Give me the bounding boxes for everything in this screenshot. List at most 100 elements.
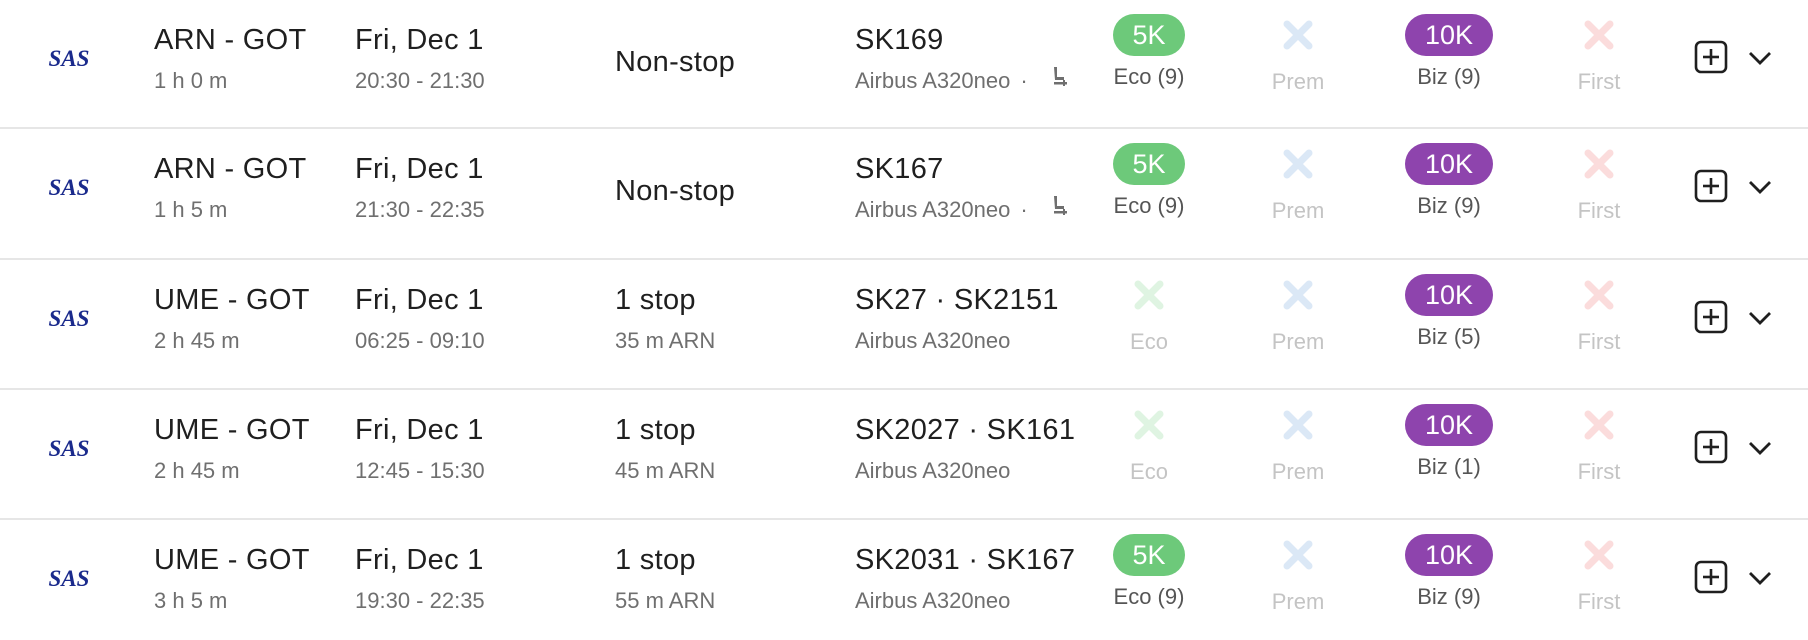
biz-price-badge[interactable]: 10K (1404, 14, 1494, 56)
stops-text: 1 stop (615, 414, 696, 446)
stops-cell: 1 stop 55 m ARN (615, 540, 715, 618)
cabin-prem[interactable]: Prem (1238, 534, 1358, 617)
cabin-biz[interactable]: 10K Biz (5) (1389, 274, 1509, 352)
x-icon (1283, 280, 1313, 310)
separator-dot: · (1020, 68, 1028, 93)
chevron-down-icon[interactable] (1746, 44, 1774, 72)
aircraft-line: Airbus A320neo · (855, 193, 1072, 227)
biz-price-badge[interactable]: 10K (1404, 143, 1494, 185)
plus-square-icon[interactable] (1694, 169, 1728, 203)
route-cell: ARN - GOT 1 h 0 m (154, 20, 307, 98)
aircraft-line: Airbus A320neo (855, 584, 1075, 618)
route-cell: UME - GOT 3 h 5 m (154, 540, 310, 618)
eco-cabin-label: Eco (1130, 459, 1168, 484)
cabin-eco[interactable]: 5K Eco (9) (1089, 143, 1209, 221)
flight-info-cell: SK2027 · SK161 Airbus A320neo (855, 410, 1075, 488)
seat-info: · (1010, 193, 1071, 227)
seat-icon (1053, 196, 1067, 215)
layover-text: 35 m ARN (615, 328, 716, 353)
biz-cabin-label: Biz (9) (1417, 193, 1481, 218)
flight-row[interactable]: SAS UME - GOT 3 h 5 m Fri, Dec 1 19:30 -… (0, 520, 1808, 640)
route-cell: UME - GOT 2 h 45 m (154, 280, 310, 358)
duration-text: 1 h 0 m (154, 68, 228, 93)
cabin-eco[interactable]: Eco (1089, 274, 1209, 357)
x-icon (1283, 20, 1313, 50)
cabin-prem[interactable]: Prem (1238, 143, 1358, 226)
cabin-first[interactable]: First (1539, 404, 1659, 487)
date-cell: Fri, Dec 1 20:30 - 21:30 (355, 20, 485, 98)
flight-number-text: SK169 (855, 24, 944, 56)
eco-price-badge[interactable]: 5K (1113, 534, 1185, 576)
sas-logo-icon: SAS (42, 169, 96, 203)
flight-info-cell: SK169 Airbus A320neo · (855, 20, 1072, 98)
cabin-biz[interactable]: 10K Biz (9) (1389, 534, 1509, 612)
cabin-first[interactable]: First (1539, 143, 1659, 226)
aircraft-text: Airbus A320neo (855, 328, 1011, 353)
airline-logo-text: SAS (49, 46, 90, 71)
cabin-prem[interactable]: Prem (1238, 14, 1358, 97)
cabin-biz[interactable]: 10K Biz (9) (1389, 143, 1509, 221)
biz-price-badge[interactable]: 10K (1404, 534, 1494, 576)
eco-cabin-label: Eco (1130, 329, 1168, 354)
separator-dot: · (1020, 197, 1028, 222)
cabin-first[interactable]: First (1539, 274, 1659, 357)
x-icon (1584, 540, 1614, 570)
aircraft-text: Airbus A320neo (855, 197, 1011, 222)
aircraft-line: Airbus A320neo (855, 324, 1059, 358)
route-cell: ARN - GOT 1 h 5 m (154, 149, 307, 227)
stops-text: 1 stop (615, 284, 696, 316)
sas-logo-icon: SAS (42, 430, 96, 464)
flight-number-text: SK2027 · SK161 (855, 414, 1076, 446)
x-icon (1134, 410, 1164, 440)
stops-text: 1 stop (615, 544, 696, 576)
airline-logo-text: SAS (49, 175, 90, 200)
stops-cell: Non-stop (615, 149, 735, 211)
route-text: ARN - GOT (154, 153, 307, 185)
aircraft-text: Airbus A320neo (855, 588, 1011, 613)
cabin-prem[interactable]: Prem (1238, 274, 1358, 357)
plus-square-icon[interactable] (1694, 430, 1728, 464)
eco-price-badge[interactable]: 5K (1113, 143, 1185, 185)
layover-text: 45 m ARN (615, 458, 716, 483)
flight-info-cell: SK27 · SK2151 Airbus A320neo (855, 280, 1059, 358)
date-cell: Fri, Dec 1 19:30 - 22:35 (355, 540, 485, 618)
seat-icon (1053, 67, 1067, 86)
flight-row[interactable]: SAS UME - GOT 2 h 45 m Fri, Dec 1 06:25 … (0, 260, 1808, 390)
stops-cell: 1 stop 35 m ARN (615, 280, 715, 358)
date-cell: Fri, Dec 1 21:30 - 22:35 (355, 149, 485, 227)
eco-price-badge[interactable]: 5K (1113, 14, 1185, 56)
flight-row[interactable]: SAS ARN - GOT 1 h 0 m Fri, Dec 1 20:30 -… (0, 0, 1808, 129)
date-text: Fri, Dec 1 (355, 24, 484, 56)
chevron-down-icon[interactable] (1746, 173, 1774, 201)
biz-price-badge[interactable]: 10K (1404, 274, 1494, 316)
cabin-first[interactable]: First (1539, 534, 1659, 617)
sas-logo-icon: SAS (42, 40, 96, 74)
chevron-down-icon[interactable] (1746, 304, 1774, 332)
plus-square-icon[interactable] (1694, 560, 1728, 594)
prem-cabin-label: Prem (1271, 198, 1325, 223)
flight-row[interactable]: SAS ARN - GOT 1 h 5 m Fri, Dec 1 21:30 -… (0, 129, 1808, 260)
cabin-biz[interactable]: 10K Biz (9) (1389, 14, 1509, 92)
date-text: Fri, Dec 1 (355, 544, 484, 576)
cabin-eco[interactable]: 5K Eco (9) (1089, 14, 1209, 92)
biz-price-badge[interactable]: 10K (1404, 404, 1494, 446)
plus-square-icon[interactable] (1694, 40, 1728, 74)
chevron-down-icon[interactable] (1746, 434, 1774, 462)
eco-cabin-label: Eco (9) (1113, 584, 1185, 609)
aircraft-line: Airbus A320neo (855, 454, 1075, 488)
cabin-prem[interactable]: Prem (1238, 404, 1358, 487)
cabin-eco[interactable]: 5K Eco (9) (1089, 534, 1209, 612)
chevron-down-icon[interactable] (1746, 564, 1774, 592)
stops-cell: 1 stop 45 m ARN (615, 410, 715, 488)
cabin-eco[interactable]: Eco (1089, 404, 1209, 487)
sas-logo-icon: SAS (42, 300, 96, 334)
time-text: 20:30 - 21:30 (355, 68, 485, 93)
aircraft-text: Airbus A320neo (855, 68, 1011, 93)
cabin-biz[interactable]: 10K Biz (1) (1389, 404, 1509, 482)
cabin-first[interactable]: First (1539, 14, 1659, 97)
duration-text: 2 h 45 m (154, 458, 240, 483)
flight-row[interactable]: SAS UME - GOT 2 h 45 m Fri, Dec 1 12:45 … (0, 390, 1808, 520)
plus-square-icon[interactable] (1694, 300, 1728, 334)
route-text: UME - GOT (154, 544, 310, 576)
aircraft-line: Airbus A320neo · (855, 64, 1072, 98)
